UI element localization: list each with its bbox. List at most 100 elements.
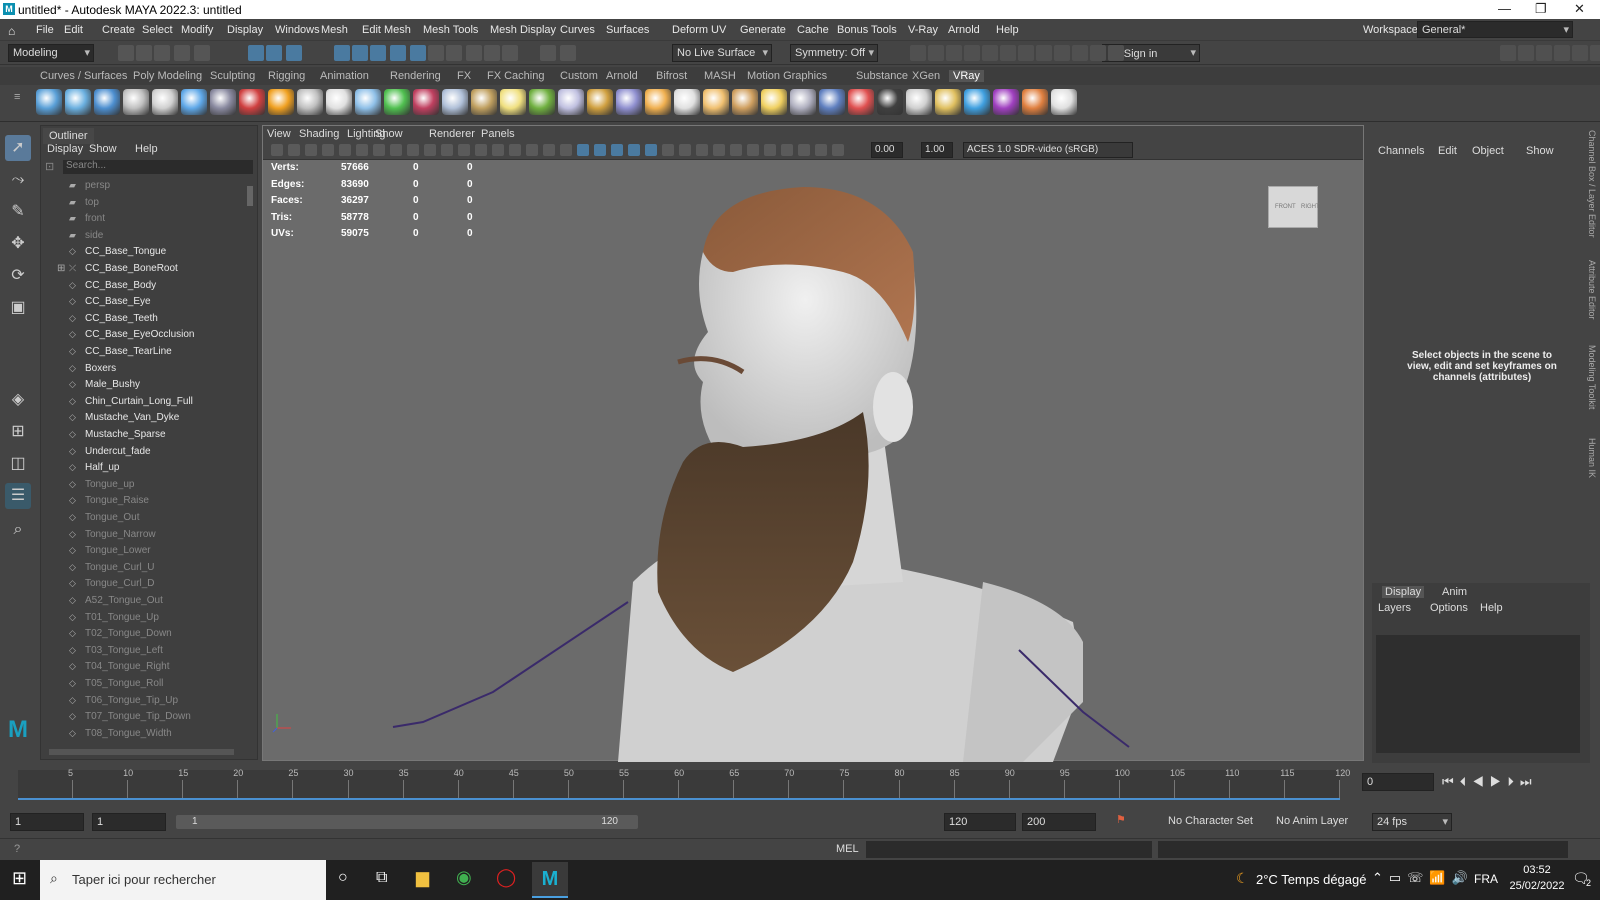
snap-surface-icon[interactable]	[410, 45, 426, 61]
outliner-item[interactable]: ◇ CC_Base_Eye	[69, 296, 151, 312]
redo-icon[interactable]	[194, 45, 210, 61]
hypershade-icon[interactable]	[540, 45, 556, 61]
render-tool-icon[interactable]	[910, 45, 926, 61]
vray-shelf-tool-icon[interactable]	[442, 89, 468, 115]
render-tool-icon[interactable]	[1054, 45, 1070, 61]
vray-shelf-tool-icon[interactable]	[877, 89, 903, 115]
viewport-toolbar-icon[interactable]	[339, 144, 351, 156]
outliner-item[interactable]: ◇ Mustache_Sparse	[69, 429, 166, 445]
maximize-button[interactable]: ❐	[1535, 1, 1547, 17]
side-tab[interactable]: Channel Box / Layer Editor	[1587, 130, 1597, 238]
outliner-item[interactable]: ◇ Mustache_Van_Dyke	[69, 412, 179, 428]
shelf-tab-rigging[interactable]: Rigging	[268, 70, 305, 82]
render-tool-icon[interactable]	[1000, 45, 1016, 61]
menu-uv[interactable]: UV	[711, 24, 726, 36]
outliner-item[interactable]: ◇ T02_Tongue_Down	[69, 628, 172, 644]
render-tool-icon[interactable]	[928, 45, 944, 61]
shelf-tab-fx-caching[interactable]: FX Caching	[487, 70, 544, 82]
shelf-tab-custom[interactable]: Custom	[560, 70, 598, 82]
layer-menu-options[interactable]: Options	[1430, 602, 1468, 614]
menuset-dropdown[interactable]: Modeling	[8, 44, 94, 62]
shelf-tab-poly-modeling[interactable]: Poly Modeling	[133, 70, 202, 82]
start-frame-field[interactable]: 1	[10, 813, 84, 831]
close-button[interactable]: ✕	[1574, 1, 1585, 17]
vray-shelf-tool-icon[interactable]	[819, 89, 845, 115]
outliner-item[interactable]: ◇ T01_Tongue_Up	[69, 612, 159, 628]
menu-create[interactable]: Create	[102, 24, 135, 36]
outliner-item[interactable]: ◇ CC_Base_EyeOcclusion	[69, 329, 195, 345]
menu-edit[interactable]: Edit	[64, 24, 83, 36]
shelf-tab-xgen[interactable]: XGen	[912, 70, 940, 82]
outliner-item[interactable]: ◇ Half_up	[69, 462, 119, 478]
playback-controls[interactable]: ⏮⏴◀▶⏵⏭	[1442, 774, 1538, 790]
viewport-toolbar-icon[interactable]	[475, 144, 487, 156]
render-tool-icon[interactable]	[982, 45, 998, 61]
menu-windows[interactable]: Windows	[275, 24, 320, 36]
select-hierarchy-icon[interactable]	[248, 45, 264, 61]
menu-generate[interactable]: Generate	[740, 24, 786, 36]
open-scene-icon[interactable]	[136, 45, 152, 61]
vray-shelf-tool-icon[interactable]	[355, 89, 381, 115]
render-tool-icon[interactable]	[1090, 45, 1106, 61]
menu-display[interactable]: Display	[227, 24, 263, 36]
viewport-menu-shading[interactable]: Shading	[299, 128, 339, 140]
shelf-tab-substance[interactable]: Substance	[856, 70, 908, 82]
outliner-item[interactable]: ▰ side	[69, 230, 103, 246]
viewport-toolbar-icon[interactable]	[662, 144, 674, 156]
outliner-item[interactable]: ◇ T06_Tongue_Tip_Up	[69, 695, 178, 711]
menu-bonus-tools[interactable]: Bonus Tools	[837, 24, 897, 36]
character-set-dropdown[interactable]: No Character Set	[1168, 815, 1253, 827]
vray-shelf-tool-icon[interactable]	[471, 89, 497, 115]
menu-help[interactable]: Help	[996, 24, 1019, 36]
viewport-menu-show[interactable]: Show	[375, 128, 403, 140]
viewport-toolbar-icon[interactable]	[560, 144, 572, 156]
vray-shelf-tool-icon[interactable]	[790, 89, 816, 115]
shelf-tab-motion-graphics[interactable]: Motion Graphics	[747, 70, 827, 82]
viewport-toolbar-icon[interactable]	[288, 144, 300, 156]
live-surface-field[interactable]: No Live Surface	[672, 44, 772, 62]
viewport-toolbar-icon[interactable]	[747, 144, 759, 156]
two-view-icon[interactable]: ◫	[5, 451, 31, 477]
vray-shelf-tool-icon[interactable]	[761, 89, 787, 115]
channel-menu-channels[interactable]: Channels	[1378, 145, 1424, 157]
windows-start-icon[interactable]: ⊞	[12, 868, 27, 889]
workspace-dropdown[interactable]: General*	[1417, 21, 1573, 38]
vray-shelf-tool-icon[interactable]	[500, 89, 526, 115]
vray-shelf-tool-icon[interactable]	[65, 89, 91, 115]
viewport-toolbar-icon[interactable]	[645, 144, 657, 156]
outliner-item[interactable]: ⊞ ⤫ CC_Base_BoneRoot	[57, 263, 178, 279]
viewport-toolbar-icon[interactable]	[679, 144, 691, 156]
outliner-item[interactable]: ◇ Tongue_Raise	[69, 495, 149, 511]
side-tab[interactable]: Modeling Toolkit	[1587, 345, 1597, 409]
panel-layout-icon[interactable]	[1500, 45, 1516, 61]
undo-icon[interactable]	[174, 45, 190, 61]
panel-layout-icon[interactable]	[1590, 45, 1600, 61]
menu-deform[interactable]: Deform	[672, 24, 708, 36]
vray-shelf-tool-icon[interactable]	[152, 89, 178, 115]
maya-taskbar-icon[interactable]: M	[532, 862, 568, 898]
viewport-toolbar-icon[interactable]	[543, 144, 555, 156]
vray-shelf-tool-icon[interactable]	[616, 89, 642, 115]
four-view-icon[interactable]: ⊞	[5, 419, 31, 445]
render-settings-icon[interactable]	[502, 45, 518, 61]
render-tool-icon[interactable]	[946, 45, 962, 61]
select-tool-icon[interactable]: ➚	[5, 135, 31, 161]
outliner-item[interactable]: ▰ persp	[69, 180, 110, 196]
outliner-item[interactable]: ◇ CC_Base_Body	[69, 280, 156, 296]
outliner-item[interactable]: ◇ Undercut_fade	[69, 446, 151, 462]
home-icon[interactable]: ⌂	[8, 24, 15, 38]
chrome-icon[interactable]: ◉	[456, 867, 472, 888]
move-tool-icon[interactable]: ✥	[5, 231, 31, 257]
outliner-search-input[interactable]: Search...	[63, 160, 253, 174]
menu-file[interactable]: File	[36, 24, 54, 36]
side-tab[interactable]: Human IK	[1587, 438, 1597, 478]
viewport-toolbar-icon[interactable]	[492, 144, 504, 156]
viewport-toolbar-icon[interactable]	[730, 144, 742, 156]
outliner-item[interactable]: ◇ T05_Tongue_Roll	[69, 678, 163, 694]
task-view-icon[interactable]: ⧉	[376, 869, 387, 887]
taskbar-search-box[interactable]: ⌕ Taper ici pour rechercher	[40, 860, 326, 900]
script-language-label[interactable]: MEL	[836, 843, 859, 855]
lasso-render-icon[interactable]	[560, 45, 576, 61]
layer-tab-display[interactable]: Display	[1382, 586, 1425, 598]
shelf-tab-animation[interactable]: Animation	[320, 70, 369, 82]
